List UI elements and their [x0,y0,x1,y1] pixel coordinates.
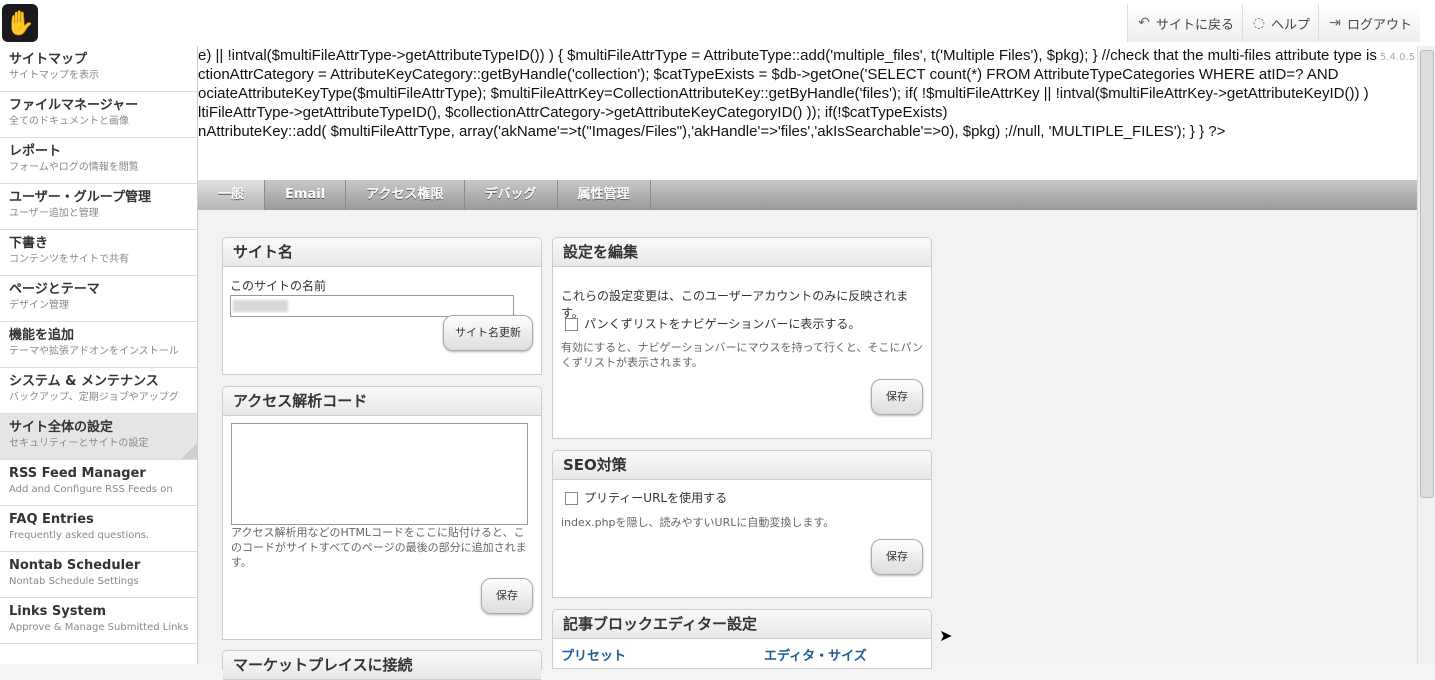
sidebar-item-title: ファイルマネージャー [9,98,139,113]
sidebar-item-subtitle: 全てのドキュメントと画像 [9,116,129,127]
panel-title: マーケットプレイスに接続 [223,651,541,680]
editor-size-label: エディタ・サイズ [764,649,867,664]
sidebar-item-sitewide-settings[interactable]: サイト全体の設定セキュリティーとサイトの設定 [0,414,197,460]
panel-title: 設定を編集 [553,238,931,267]
sidebar-item-subtitle: Approve & Manage Submitted Links [9,622,189,633]
php-error-output: e) || !intval($multiFileAttrType->getAtt… [198,46,1418,180]
nav-label: サイトに戻る [1155,17,1234,33]
pretty-url-checkbox[interactable] [565,492,578,505]
seo-panel: SEO対策 プリティーURLを使用する index.phpを隠し、読みやすいUR… [552,450,932,598]
breadcrumb-checkbox-label: パンくずリストをナビゲーションバーに表示する。 [584,317,861,331]
logout-button[interactable]: ⇥ ログアウト [1317,4,1420,42]
tab-email[interactable]: Email [265,180,347,210]
sidebar-item-system-maintenance[interactable]: システム & メンテナンスバックアップ、定期ジョブやアップグ [0,368,197,414]
panel-title: アクセス解析コード [223,387,541,416]
sidebar-item-add-functionality[interactable]: 機能を追加テーマや拡張アドオンをインストール [0,322,197,368]
sidebar-item-title: Links System [9,604,107,619]
sidebar-item-rss-feed-manager[interactable]: RSS Feed Manager Add and Configure RSS Fe… [0,460,197,506]
sidebar-item-subtitle: サイトマップを表示 [9,70,99,81]
sidebar-item-title: ページとテーマ [9,282,100,297]
breadcrumb-checkbox[interactable] [565,318,578,331]
sidebar-item-title: RSS Feed Manager [9,466,146,481]
tab-attributes[interactable]: 属性管理 [558,180,651,210]
site-name-panel: サイト名 このサイトの名前 サイト名更新 [222,237,542,375]
sidebar-item-pages-themes[interactable]: ページとテーマデザイン管理 [0,276,197,322]
top-nav: ↶ サイトに戻る ◌ ヘルプ ⇥ ログアウト [1126,4,1420,42]
sidebar-item-title: レポート [9,144,62,159]
marketplace-panel: マーケットプレイスに接続 [222,650,542,680]
tab-general[interactable]: 一般 [198,180,266,210]
sidebar-item-subtitle: Nontab Schedule Settings [9,576,139,587]
settings-tabs: 一般 Email アクセス権限 デバッグ 属性管理 [198,180,1418,210]
update-site-name-button[interactable]: サイト名更新 [443,315,533,351]
sidebar-item-users-groups[interactable]: ユーザー・グループ管理ユーザー追加と管理 [0,184,197,230]
error-line: e) || !intval($multiFileAttrType->getAtt… [198,47,1377,64]
sidebar-item-nontab-scheduler[interactable]: Nontab Scheduler Nontab Schedule Settings [0,552,197,598]
sidebar-item-sitemap[interactable]: サイトマップサイトマップを表示 [0,46,197,92]
sidebar-item-subtitle: コンテンツをサイトで共有 [9,254,129,265]
sidebar-item-faq-entries[interactable]: FAQ Entries Frequently asked questions. [0,506,197,552]
sidebar-item-subtitle: バックアップ、定期ジョブやアップグ [9,392,179,403]
analytics-panel: アクセス解析コード アクセス解析用などのHTMLコードをここに貼付けると、このコ… [222,386,542,640]
save-edit-settings-button[interactable]: 保存 [871,379,923,415]
sidebar-item-reports[interactable]: レポートフォームやログの情報を閲覧 [0,138,197,184]
version-label: 5.4.0.5 [1380,52,1415,63]
error-line: ltiFileAttrType->getAttributeTypeID(), $… [198,104,948,121]
pretty-url-label: プリティーURLを使用する [584,491,728,505]
sidebar-item-subtitle: Frequently asked questions. [9,530,150,541]
sidebar-item-file-manager[interactable]: ファイルマネージャー全てのドキュメントと画像 [0,92,197,138]
panel-title: サイト名 [223,238,541,267]
save-seo-button[interactable]: 保存 [871,539,923,575]
sidebar-item-title: サイトマップ [9,52,88,67]
logout-icon: ⇥ [1329,15,1341,31]
panel-title: 記事ブロックエディター設定 [553,610,931,639]
mouse-cursor-icon: ➤ [939,626,953,645]
sidebar-item-title: サイト全体の設定 [9,420,114,435]
tab-debug[interactable]: デバッグ [465,180,558,210]
sidebar-item-title: 機能を追加 [9,328,75,343]
sidebar-item-title: ユーザー・グループ管理 [9,190,151,205]
sidebar-item-subtitle: テーマや拡張アドオンをインストール [9,346,179,357]
site-name-input[interactable] [230,295,514,317]
sidebar-item-subtitle: ユーザー追加と管理 [9,208,99,219]
error-line: ctionAttrCategory = AttributeKeyCategory… [198,66,1339,83]
save-analytics-button[interactable]: 保存 [481,578,533,614]
sidebar-item-subtitle: Add and Configure RSS Feeds on [9,484,173,495]
analytics-help-text: アクセス解析用などのHTMLコードをここに貼付けると、このコードがサイトすべての… [231,526,527,569]
breadcrumb-note: 有効にすると、ナビゲーションバーにマウスを持って行くと、そこにパンくずリストが表… [561,341,924,369]
edit-settings-panel: 設定を編集 これらの設定変更は、このユーザーアカウントのみに反映されます。 パン… [552,237,932,439]
sidebar-item-drafts[interactable]: 下書きコンテンツをサイトで共有 [0,230,197,276]
help-button[interactable]: ◌ ヘルプ [1241,4,1318,42]
return-to-site-button[interactable]: ↶ サイトに戻る [1126,4,1242,42]
concrete5-logo[interactable]: ✋ [2,4,38,42]
pretty-url-note: index.phpを隠し、読みやすいURLに自動変換します。 [561,516,835,529]
page-scrollbar[interactable] [1417,46,1435,664]
help-icon: ◌ [1252,15,1266,31]
pretty-url-option: プリティーURLを使用する [565,489,727,506]
redacted-text-blur [233,300,288,312]
analytics-code-textarea[interactable] [231,423,528,525]
sidebar-item-title: 下書き [9,236,49,251]
panel-title: SEO対策 [553,451,931,480]
sidebar-item-subtitle: デザイン管理 [9,300,69,311]
return-icon: ↶ [1138,15,1150,31]
editor-settings-panel: 記事ブロックエディター設定 プリセット エディタ・サイズ [552,609,932,669]
breadcrumb-option: パンくずリストをナビゲーションバーに表示する。 [565,315,860,332]
sidebar-item-subtitle: フォームやログの情報を閲覧 [9,162,139,173]
nav-label: ヘルプ [1270,17,1310,33]
sidebar-item-title: Nontab Scheduler [9,558,141,573]
sidebar-item-title: FAQ Entries [9,512,94,527]
preset-label: プリセット [561,649,627,664]
sidebar-item-subtitle: セキュリティーとサイトの設定 [9,438,149,449]
nav-label: ログアウト [1346,17,1412,33]
site-name-label: このサイトの名前 [230,279,327,293]
error-line: nAttributeKey::add( $multiFileAttrType, … [198,123,1226,140]
error-line: ociateAttributeKeyType($multiFileAttrTyp… [198,85,1369,102]
sidebar-item-title: システム & メンテナンス [9,374,159,389]
scrollbar-thumb[interactable] [1420,50,1434,498]
sidebar-item-links-system[interactable]: Links System Approve & Manage Submitted L… [0,598,197,644]
tab-permissions[interactable]: アクセス権限 [346,180,465,210]
dashboard-sidebar: サイトマップサイトマップを表示 ファイルマネージャー全てのドキュメントと画像 レ… [0,46,198,664]
top-header: ✋ ↶ サイトに戻る ◌ ヘルプ ⇥ ログアウト [0,0,1435,47]
